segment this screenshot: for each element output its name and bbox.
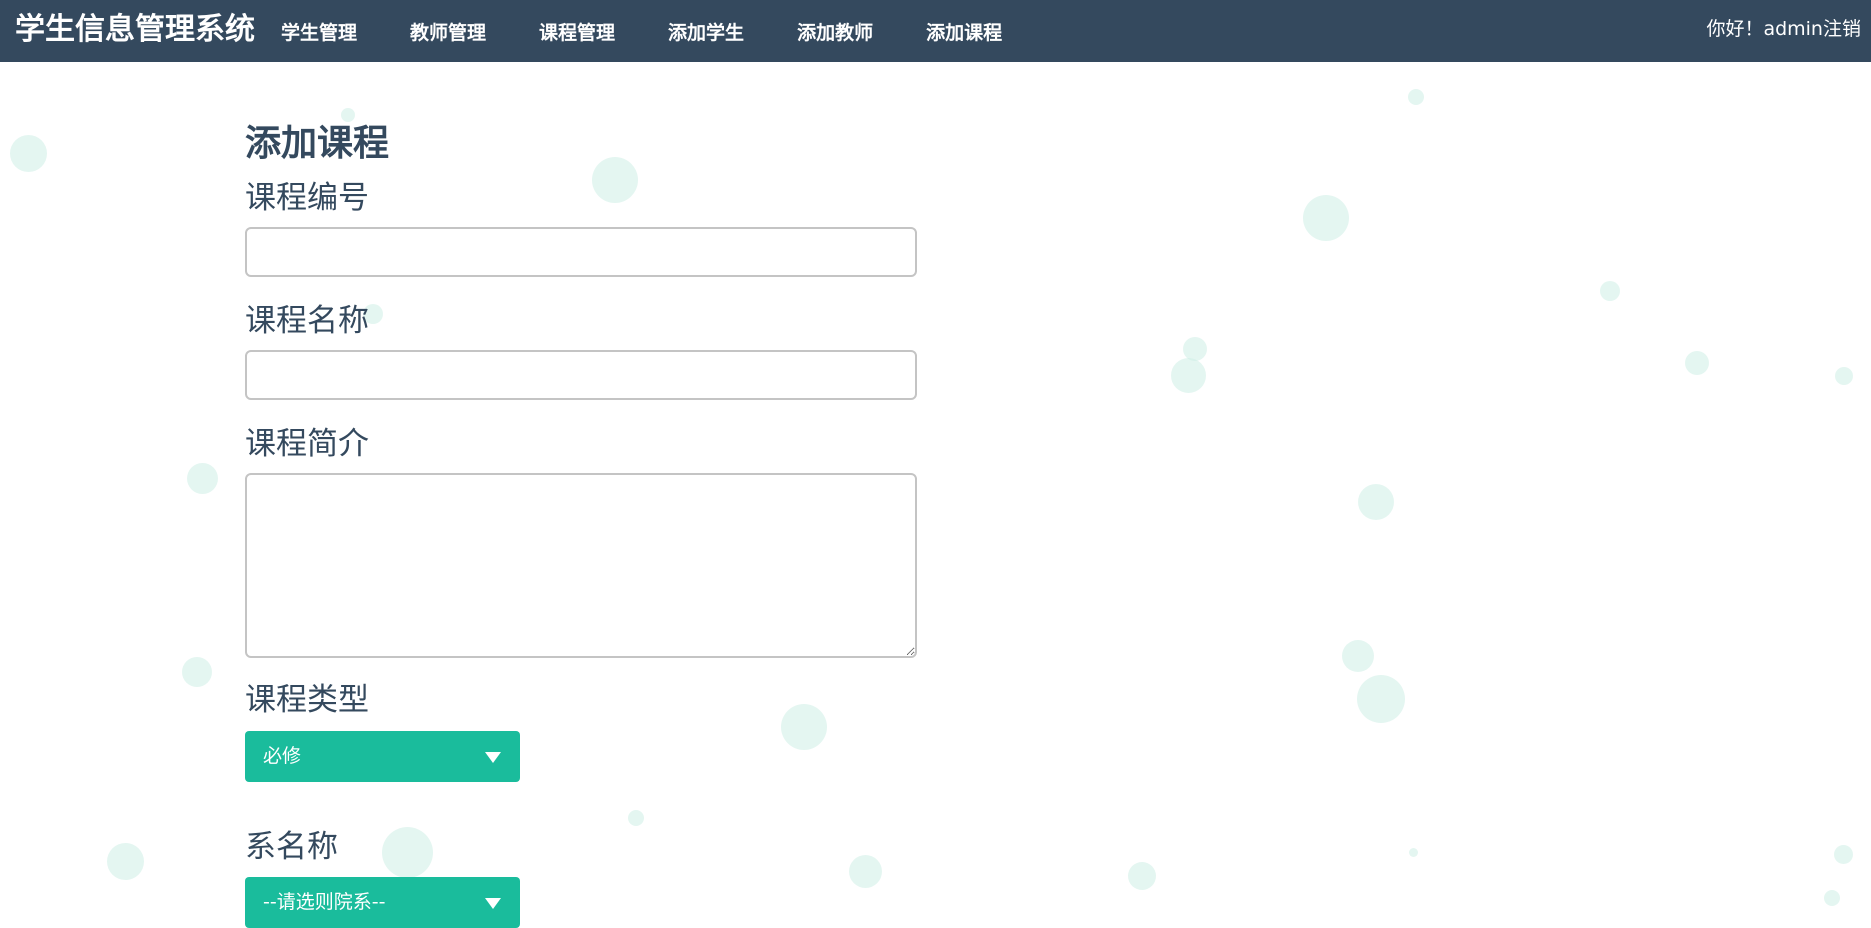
bubble [1409, 848, 1418, 857]
bubble [1128, 862, 1156, 890]
nav-item-student-management[interactable]: 学生管理 [281, 18, 357, 45]
course-intro-label: 课程简介 [245, 426, 369, 462]
bubble [1600, 281, 1620, 301]
department-selected-value: --请选则院系-- [263, 891, 386, 913]
course-id-label: 课程编号 [245, 180, 369, 216]
bubble [1171, 358, 1206, 393]
nav-item-add-student[interactable]: 添加学生 [668, 18, 744, 45]
bubble [592, 157, 638, 203]
nav-item-add-course[interactable]: 添加课程 [926, 18, 1002, 45]
bubble [1834, 845, 1853, 864]
page-title: 添加课程 [245, 123, 390, 164]
app-title[interactable]: 学生信息管理系统 [15, 0, 255, 62]
nav-item-add-teacher[interactable]: 添加教师 [797, 18, 873, 45]
bubble [781, 704, 827, 750]
user-area: 你好！admin注销 [1706, 0, 1861, 62]
course-type-selected-value: 必修 [263, 745, 302, 767]
course-id-input[interactable] [245, 227, 917, 277]
bubble [1303, 195, 1349, 241]
department-label: 系名称 [245, 829, 338, 865]
course-name-input[interactable] [245, 350, 917, 400]
course-type-select[interactable]: 必修 [245, 731, 520, 782]
bubble [1342, 640, 1374, 672]
bubble [382, 827, 433, 878]
bubble [1835, 367, 1853, 385]
nav-item-teacher-management[interactable]: 教师管理 [410, 18, 486, 45]
course-type-label: 课程类型 [245, 682, 369, 718]
bubble [1685, 351, 1709, 375]
bubble [1358, 484, 1394, 520]
course-intro-textarea[interactable] [245, 473, 917, 658]
bubble [187, 463, 218, 494]
nav-menu: 学生管理 教师管理 课程管理 添加学生 添加教师 添加课程 [281, 0, 1055, 62]
logout-link[interactable]: 注销 [1823, 18, 1861, 40]
bubble [107, 843, 144, 880]
top-navbar: 学生信息管理系统 学生管理 教师管理 课程管理 添加学生 添加教师 添加课程 你… [0, 0, 1871, 62]
user-greeting: 你好！admin [1706, 18, 1823, 40]
caret-down-icon [485, 752, 501, 763]
bubble [1408, 89, 1424, 105]
nav-item-course-management[interactable]: 课程管理 [539, 18, 615, 45]
department-select[interactable]: --请选则院系-- [245, 877, 520, 928]
bubble [10, 135, 47, 172]
bubble [1183, 337, 1207, 361]
bubble [849, 855, 882, 888]
course-name-label: 课程名称 [245, 303, 369, 339]
bubble [628, 810, 644, 826]
bubble [182, 657, 212, 687]
bubble [1357, 675, 1405, 723]
